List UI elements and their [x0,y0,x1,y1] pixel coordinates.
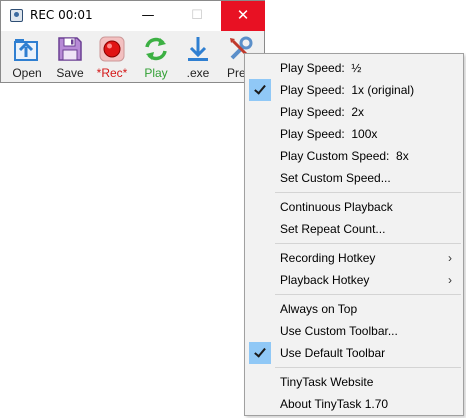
menu-item-play-speed-100x[interactable]: Play Speed: 100x [246,123,462,145]
menu-item-play-speed-1x[interactable]: Play Speed: 1x (original) [246,79,462,101]
menu-item-label: Play Speed: 1x (original) [280,83,415,97]
open-icon [14,39,38,61]
menu-item-about-tinytask[interactable]: About TinyTask 1.70 [246,393,462,415]
title-bar[interactable]: REC 00:01 — ☐ ✕ [1,1,265,31]
window-title: REC 00:01 [30,8,93,22]
menu-item-always-on-top[interactable]: Always on Top [246,298,462,320]
menu-item-label: Continuous Playback [280,200,393,214]
menu-separator [275,192,461,193]
record-button[interactable]: *Rec* [92,34,132,80]
maximize-button[interactable]: ☐ [174,1,220,31]
menu-item-play-custom-speed[interactable]: Play Custom Speed: 8x [246,145,462,167]
menu-item-label: Play Custom Speed: 8x [280,149,409,163]
menu-item-label: Recording Hotkey [280,251,376,265]
menu-item-playback-hotkey[interactable]: Playback Hotkey › [246,269,462,291]
menu-item-recording-hotkey[interactable]: Recording Hotkey › [246,247,462,269]
checkmark-icon [249,79,271,101]
menu-item-label: Use Custom Toolbar... [280,324,398,338]
menu-item-label: Set Custom Speed... [280,171,391,185]
menu-item-label: Play Speed: 2x [280,105,365,119]
menu-item-label: Use Default Toolbar [280,346,386,360]
menu-item-label: About TinyTask 1.70 [280,397,389,411]
menu-item-use-custom-toolbar[interactable]: Use Custom Toolbar... [246,320,462,342]
checkmark-icon [249,342,271,364]
menu-item-label: Always on Top [280,302,358,316]
menu-item-set-custom-speed[interactable]: Set Custom Speed... [246,167,462,189]
menu-item-label: Play Speed: ½ [280,61,362,75]
open-button[interactable]: Open [7,34,47,80]
save-button[interactable]: Save [50,34,90,80]
menu-item-play-speed-2x[interactable]: Play Speed: 2x [246,101,462,123]
menu-item-label: Set Repeat Count... [280,222,386,236]
tinytask-window: REC 00:01 — ☐ ✕ Open Save *Rec* Play .ex… [0,0,265,83]
toolbar: Open Save *Rec* Play .exe Prefs [1,31,264,83]
prefs-context-menu: Play Speed: ½ Play Speed: 1x (original) … [244,53,464,416]
menu-item-label: Play Speed: 100x [280,127,378,141]
menu-separator [275,294,461,295]
submenu-arrow-icon: › [448,273,452,287]
menu-item-label: TinyTask Website [280,375,374,389]
menu-separator [275,367,461,368]
play-button[interactable]: Play [136,34,176,80]
menu-item-tinytask-website[interactable]: TinyTask Website [246,371,462,393]
menu-item-use-default-toolbar[interactable]: Use Default Toolbar [246,342,462,364]
menu-item-set-repeat-count[interactable]: Set Repeat Count... [246,218,462,240]
close-button[interactable]: ✕ [221,1,265,31]
minimize-button[interactable]: — [125,1,171,31]
floppy-disk-icon [58,37,82,61]
menu-item-label: Playback Hotkey [280,273,370,287]
submenu-arrow-icon: › [448,251,452,265]
repeat-arrows-icon [145,37,167,61]
menu-item-continuous-playback[interactable]: Continuous Playback [246,196,462,218]
menu-separator [275,243,461,244]
download-arrow-icon [188,37,208,61]
menu-item-play-speed-half[interactable]: Play Speed: ½ [246,57,462,79]
record-icon [99,36,125,62]
app-icon [10,9,23,22]
compile-exe-button[interactable]: .exe [178,34,218,80]
